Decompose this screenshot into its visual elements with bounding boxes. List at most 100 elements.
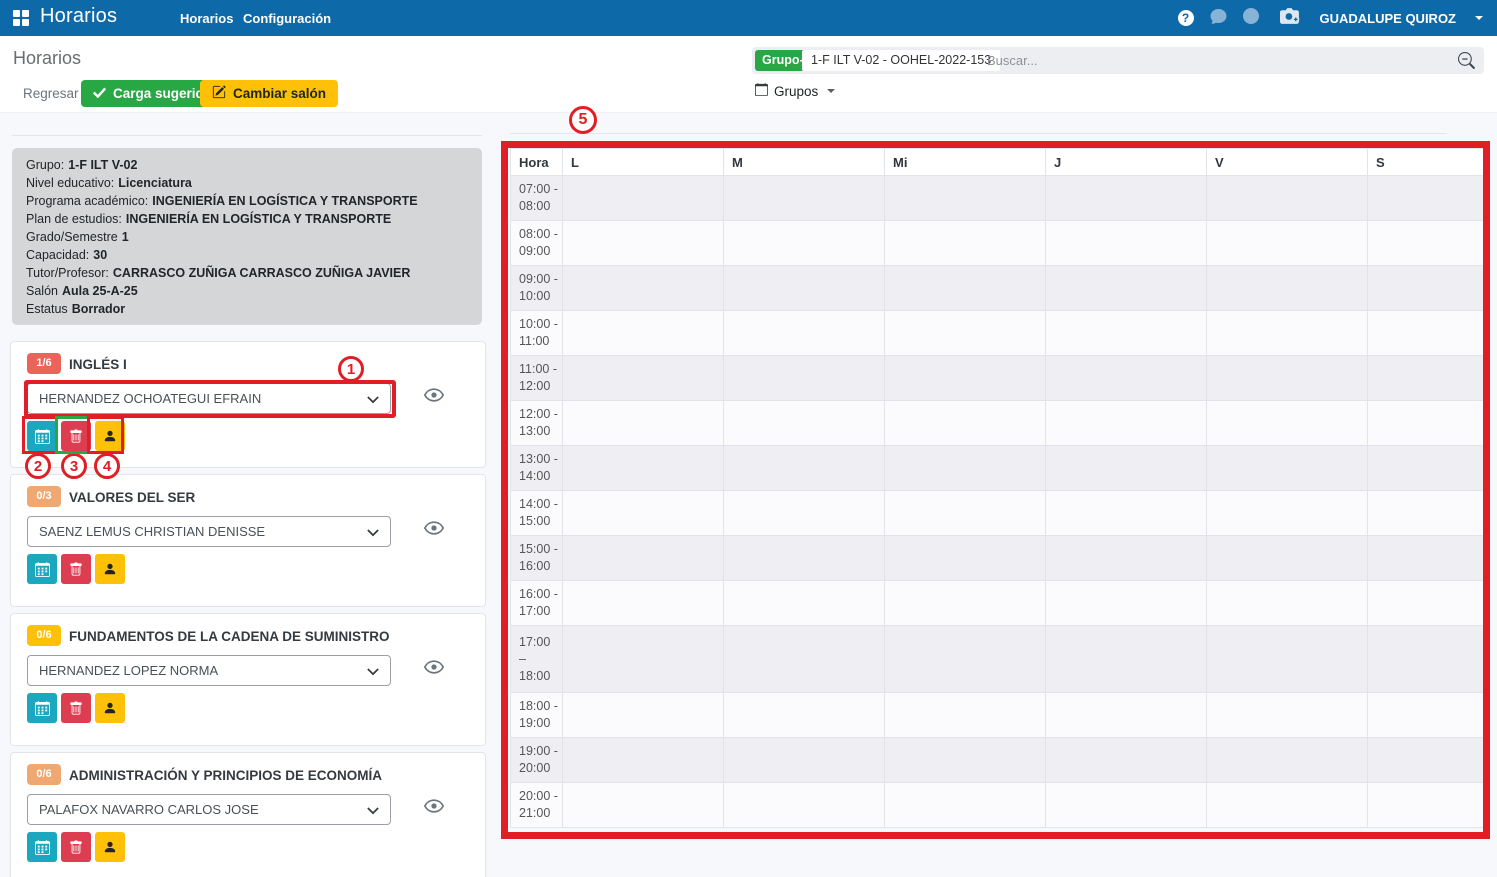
schedule-slot-j-0[interactable] [1046, 176, 1207, 221]
person-button[interactable] [95, 832, 125, 862]
schedule-slot-v-8[interactable] [1207, 536, 1368, 581]
schedule-slot-m-5[interactable] [724, 401, 885, 446]
schedule-slot-s-9[interactable] [1368, 581, 1484, 626]
schedule-slot-j-4[interactable] [1046, 356, 1207, 401]
delete-button[interactable] [61, 693, 91, 723]
schedule-slot-v-4[interactable] [1207, 356, 1368, 401]
schedule-slot-mi-6[interactable] [885, 446, 1046, 491]
schedule-slot-s-5[interactable] [1368, 401, 1484, 446]
schedule-slot-m-10[interactable] [724, 626, 885, 693]
schedule-slot-j-7[interactable] [1046, 491, 1207, 536]
schedule-slot-l-10[interactable] [563, 626, 724, 693]
apps-grid-icon[interactable] [13, 10, 30, 26]
schedule-slot-l-0[interactable] [563, 176, 724, 221]
view-button[interactable] [423, 520, 445, 538]
person-button[interactable] [95, 693, 125, 723]
schedule-slot-mi-5[interactable] [885, 401, 1046, 446]
schedule-slot-j-11[interactable] [1046, 693, 1207, 738]
schedule-slot-mi-3[interactable] [885, 311, 1046, 356]
schedule-slot-m-9[interactable] [724, 581, 885, 626]
schedule-slot-s-13[interactable] [1368, 783, 1484, 828]
back-button[interactable]: Regresar [23, 86, 79, 101]
schedule-slot-l-13[interactable] [563, 783, 724, 828]
schedule-slot-mi-4[interactable] [885, 356, 1046, 401]
schedule-slot-s-0[interactable] [1368, 176, 1484, 221]
schedule-slot-mi-10[interactable] [885, 626, 1046, 693]
schedule-slot-mi-8[interactable] [885, 536, 1046, 581]
nav-item-configuracion[interactable]: Configuración [243, 11, 331, 26]
search-bar[interactable]: Grupo-> 1-F ILT V-02 - OOHEL-2022-153 Bu… [752, 47, 1484, 74]
schedule-slot-j-5[interactable] [1046, 401, 1207, 446]
search-icon[interactable] [1458, 52, 1475, 74]
schedule-slot-v-3[interactable] [1207, 311, 1368, 356]
schedule-slot-m-4[interactable] [724, 356, 885, 401]
teacher-select[interactable]: HERNANDEZ LOPEZ NORMA [27, 655, 391, 686]
delete-button[interactable] [61, 554, 91, 584]
schedule-slot-m-13[interactable] [724, 783, 885, 828]
schedule-slot-j-9[interactable] [1046, 581, 1207, 626]
schedule-slot-m-7[interactable] [724, 491, 885, 536]
schedule-slot-m-12[interactable] [724, 738, 885, 783]
schedule-slot-m-3[interactable] [724, 311, 885, 356]
schedule-slot-s-2[interactable] [1368, 266, 1484, 311]
schedule-slot-m-1[interactable] [724, 221, 885, 266]
schedule-slot-s-8[interactable] [1368, 536, 1484, 581]
schedule-slot-s-7[interactable] [1368, 491, 1484, 536]
schedule-slot-v-5[interactable] [1207, 401, 1368, 446]
schedule-slot-j-13[interactable] [1046, 783, 1207, 828]
schedule-slot-mi-11[interactable] [885, 693, 1046, 738]
help-icon[interactable]: ? [1178, 10, 1194, 26]
schedule-slot-s-4[interactable] [1368, 356, 1484, 401]
schedule-slot-v-7[interactable] [1207, 491, 1368, 536]
schedule-slot-v-12[interactable] [1207, 738, 1368, 783]
schedule-slot-mi-7[interactable] [885, 491, 1046, 536]
search-input[interactable]: Buscar... [987, 53, 1038, 68]
schedule-slot-m-11[interactable] [724, 693, 885, 738]
view-button[interactable] [423, 798, 445, 816]
schedule-slot-l-6[interactable] [563, 446, 724, 491]
schedule-slot-l-9[interactable] [563, 581, 724, 626]
schedule-slot-m-8[interactable] [724, 536, 885, 581]
teacher-select[interactable]: PALAFOX NAVARRO CARLOS JOSE [27, 794, 391, 825]
schedule-button[interactable] [27, 421, 57, 451]
schedule-slot-l-3[interactable] [563, 311, 724, 356]
person-button[interactable] [95, 554, 125, 584]
schedule-slot-mi-13[interactable] [885, 783, 1046, 828]
schedule-slot-mi-12[interactable] [885, 738, 1046, 783]
schedule-slot-s-6[interactable] [1368, 446, 1484, 491]
schedule-slot-l-1[interactable] [563, 221, 724, 266]
schedule-slot-m-2[interactable] [724, 266, 885, 311]
schedule-slot-v-1[interactable] [1207, 221, 1368, 266]
schedule-slot-s-11[interactable] [1368, 693, 1484, 738]
teacher-select[interactable]: HERNANDEZ OCHOATEGUI EFRAIN [27, 383, 391, 414]
schedule-slot-s-3[interactable] [1368, 311, 1484, 356]
schedule-slot-m-6[interactable] [724, 446, 885, 491]
schedule-button[interactable] [27, 554, 57, 584]
schedule-slot-v-13[interactable] [1207, 783, 1368, 828]
camera-avatar-icon[interactable] [1280, 8, 1301, 29]
schedule-slot-l-5[interactable] [563, 401, 724, 446]
schedule-slot-mi-1[interactable] [885, 221, 1046, 266]
schedule-slot-v-11[interactable] [1207, 693, 1368, 738]
schedule-slot-j-10[interactable] [1046, 626, 1207, 693]
schedule-slot-v-10[interactable] [1207, 626, 1368, 693]
schedule-slot-l-2[interactable] [563, 266, 724, 311]
schedule-slot-s-10[interactable] [1368, 626, 1484, 693]
schedule-slot-j-12[interactable] [1046, 738, 1207, 783]
schedule-slot-v-6[interactable] [1207, 446, 1368, 491]
schedule-slot-j-6[interactable] [1046, 446, 1207, 491]
view-button[interactable] [423, 387, 445, 405]
schedule-slot-j-8[interactable] [1046, 536, 1207, 581]
schedule-slot-s-1[interactable] [1368, 221, 1484, 266]
delete-button[interactable] [61, 832, 91, 862]
schedule-button[interactable] [27, 832, 57, 862]
clock-icon[interactable] [1243, 8, 1259, 29]
change-room-button[interactable]: Cambiar salón [200, 80, 338, 107]
schedule-slot-mi-9[interactable] [885, 581, 1046, 626]
schedule-slot-j-2[interactable] [1046, 266, 1207, 311]
schedule-slot-v-2[interactable] [1207, 266, 1368, 311]
schedule-slot-s-12[interactable] [1368, 738, 1484, 783]
schedule-slot-l-11[interactable] [563, 693, 724, 738]
chat-icon[interactable] [1209, 8, 1228, 29]
schedule-slot-mi-2[interactable] [885, 266, 1046, 311]
